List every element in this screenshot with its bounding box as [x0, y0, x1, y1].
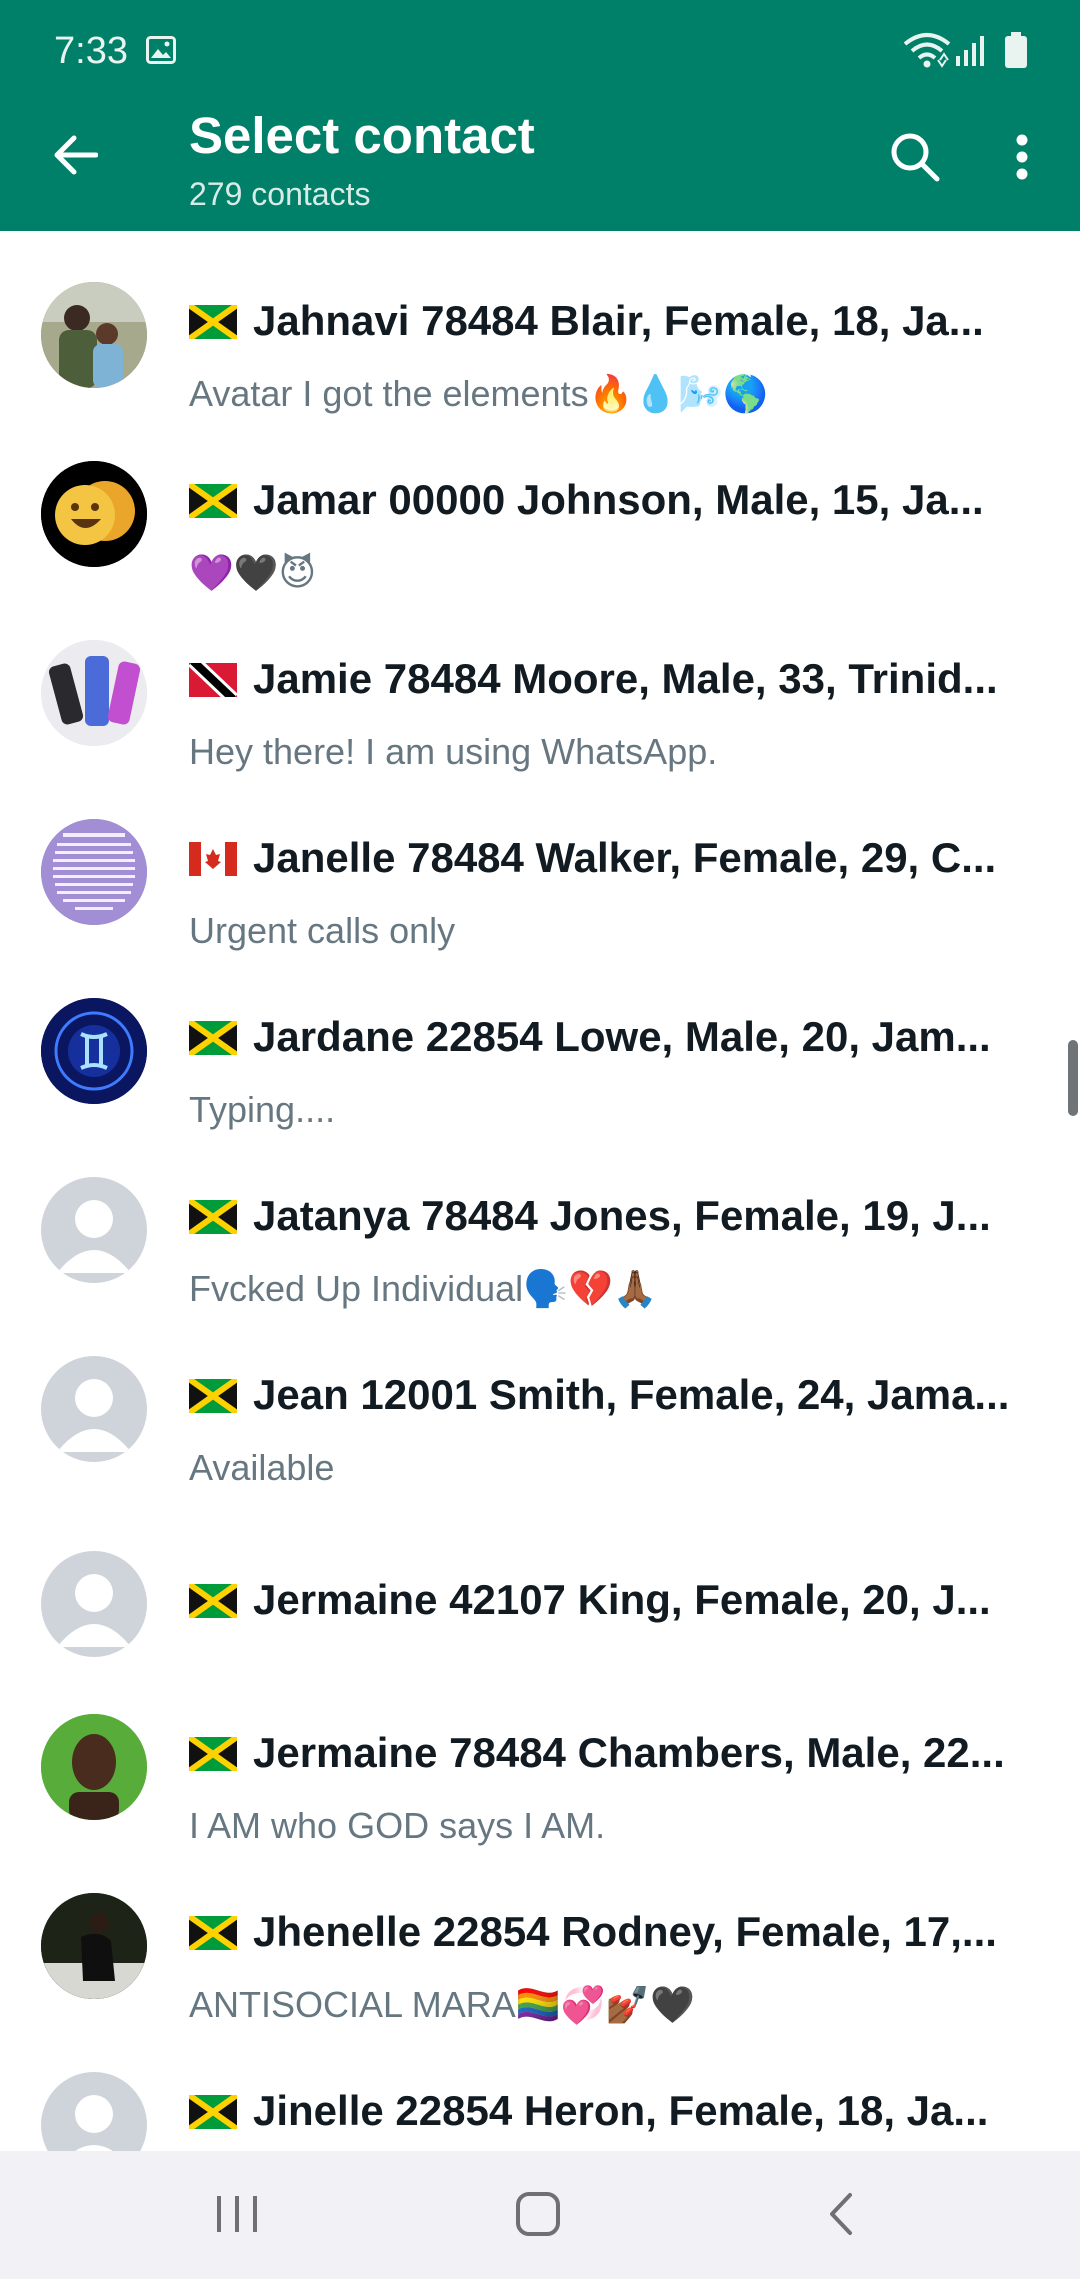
avatar — [41, 640, 147, 746]
default-avatar-icon — [41, 1551, 147, 1657]
arrow-back-icon — [54, 135, 98, 175]
contact-row[interactable]: Jamie 78484 Moore, Male, 33, Trinid... H… — [0, 619, 1080, 798]
chevron-left-icon — [830, 2193, 852, 2235]
contact-row[interactable]: Jhenelle 22854 Rodney, Female, 17,... AN… — [0, 1872, 1080, 2051]
jamaica-flag-icon — [189, 1584, 237, 1618]
contact-name: Jardane 22854 Lowe, Male, 20, Jam... — [253, 1013, 991, 1060]
nav-back-button[interactable] — [822, 2191, 862, 2237]
signal-icon — [956, 36, 984, 66]
contact-name-line: Jinelle 22854 Heron, Female, 18, Ja... — [189, 2087, 988, 2135]
home-button[interactable] — [515, 2191, 561, 2237]
contact-status: Urgent calls only — [189, 910, 456, 951]
contact-name: Jinelle 22854 Heron, Female, 18, Ja... — [253, 2087, 989, 2134]
jamaica-flag-icon — [189, 484, 237, 518]
contact-name-line: Jean 12001 Smith, Female, 24, Jama... — [189, 1371, 1009, 1419]
avatar — [41, 1714, 147, 1820]
contact-name: Jamar 00000 Johnson, Male, 15, Ja... — [253, 476, 984, 523]
avatar — [41, 998, 147, 1104]
contact-name-line: Jhenelle 22854 Rodney, Female, 17,... — [189, 1908, 997, 1956]
contact-row[interactable]: Jinelle 22854 Heron, Female, 18, Ja... — [0, 2051, 1080, 2151]
contact-status: Typing.... — [189, 1089, 336, 1130]
jamaica-flag-icon — [189, 1737, 237, 1771]
gallery-icon — [146, 36, 176, 64]
system-navigation-bar — [0, 2151, 1080, 2279]
contact-list[interactable]: Jahnavi 78484 Blair, Female, 18, Ja... A… — [0, 231, 1080, 2151]
contact-name: Jean 12001 Smith, Female, 24, Jama... — [253, 1371, 1010, 1418]
contact-name-line: Jatanya 78484 Jones, Female, 19, J... — [189, 1192, 991, 1240]
default-avatar-icon — [41, 1177, 147, 1283]
contact-row[interactable]: Jean 12001 Smith, Female, 24, Jama... Av… — [0, 1335, 1080, 1514]
contact-name-line: Jardane 22854 Lowe, Male, 20, Jam... — [189, 1013, 991, 1061]
default-avatar-icon — [41, 2072, 147, 2151]
contact-name-line: Jamar 00000 Johnson, Male, 15, Ja... — [189, 476, 984, 524]
contact-name-line: Jamie 78484 Moore, Male, 33, Trinid... — [189, 655, 998, 703]
jamaica-flag-icon — [189, 1021, 237, 1055]
jamaica-flag-icon — [189, 1379, 237, 1413]
contact-name: Jatanya 78484 Jones, Female, 19, J... — [253, 1192, 991, 1239]
contact-name-line: Jermaine 42107 King, Female, 20, J... — [189, 1576, 991, 1624]
more-vert-icon — [1016, 134, 1028, 180]
contact-row[interactable]: Jermaine 42107 King, Female, 20, J... — [0, 1514, 1080, 1693]
canada-flag-icon — [189, 842, 237, 876]
jamaica-flag-icon — [189, 2095, 237, 2129]
jamaica-flag-icon — [189, 1200, 237, 1234]
contact-status: Hey there! I am using WhatsApp. — [189, 731, 718, 772]
contact-row[interactable]: Jardane 22854 Lowe, Male, 20, Jam... Typ… — [0, 977, 1080, 1156]
contact-name: Jamie 78484 Moore, Male, 33, Trinid... — [253, 655, 998, 702]
contact-name-line: Janelle 78484 Walker, Female, 29, C... — [189, 834, 996, 882]
contact-row[interactable]: Jatanya 78484 Jones, Female, 19, J... Fv… — [0, 1156, 1080, 1335]
app-bar: 7:33 Select contact 279 contacts — [0, 0, 1080, 231]
avatar — [41, 282, 147, 388]
contact-name: Jermaine 78484 Chambers, Male, 22... — [253, 1729, 1005, 1776]
more-options-button[interactable] — [1000, 122, 1044, 192]
contact-status: Available — [189, 1447, 335, 1488]
page-title: Select contact — [189, 107, 535, 164]
default-avatar-icon — [41, 1356, 147, 1462]
avatar — [41, 461, 147, 567]
contact-status: 💜🖤😈 — [189, 552, 317, 593]
avatar — [41, 819, 147, 925]
jamaica-flag-icon — [189, 1916, 237, 1950]
status-bar: 7:33 — [0, 0, 1080, 100]
contact-name: Jhenelle 22854 Rodney, Female, 17,... — [253, 1908, 997, 1955]
contact-name: Jahnavi 78484 Blair, Female, 18, Ja... — [253, 297, 984, 344]
contact-status: ANTISOCIAL MARA🏳️‍🌈💞💅🏾🖤 — [189, 1984, 696, 2025]
contact-row[interactable]: Jahnavi 78484 Blair, Female, 18, Ja... A… — [0, 261, 1080, 440]
contact-count: 279 contacts — [189, 176, 371, 212]
contact-status: Fvcked Up Individual🗣️💔🙏🏾 — [189, 1268, 658, 1309]
contact-name: Jermaine 42107 King, Female, 20, J... — [253, 1576, 991, 1623]
search-button[interactable] — [880, 122, 950, 192]
status-time: 7:33 — [54, 30, 128, 72]
search-icon — [891, 133, 940, 182]
contact-row[interactable]: Janelle 78484 Walker, Female, 29, C... U… — [0, 798, 1080, 977]
contact-row[interactable]: Jermaine 78484 Chambers, Male, 22... I A… — [0, 1693, 1080, 1872]
avatar — [41, 1893, 147, 1999]
scrollbar-thumb[interactable] — [1068, 1040, 1078, 1116]
wifi-icon — [903, 33, 951, 68]
contact-status: Avatar I got the elements🔥💧🌬️🌎 — [189, 373, 768, 414]
back-button[interactable] — [40, 120, 110, 190]
contact-name: Janelle 78484 Walker, Female, 29, C... — [253, 834, 997, 881]
battery-icon — [1005, 32, 1027, 68]
contact-name-line: Jahnavi 78484 Blair, Female, 18, Ja... — [189, 297, 984, 345]
contact-name-line: Jermaine 78484 Chambers, Male, 22... — [189, 1729, 1005, 1777]
trinidad-flag-icon — [189, 663, 237, 697]
recents-button[interactable] — [215, 2194, 259, 2234]
contact-status: I AM who GOD says I AM. — [189, 1805, 606, 1846]
recents-icon — [217, 2196, 257, 2232]
contact-row[interactable]: Jamar 00000 Johnson, Male, 15, Ja... 💜🖤😈 — [0, 440, 1080, 619]
jamaica-flag-icon — [189, 305, 237, 339]
home-icon — [516, 2192, 560, 2236]
